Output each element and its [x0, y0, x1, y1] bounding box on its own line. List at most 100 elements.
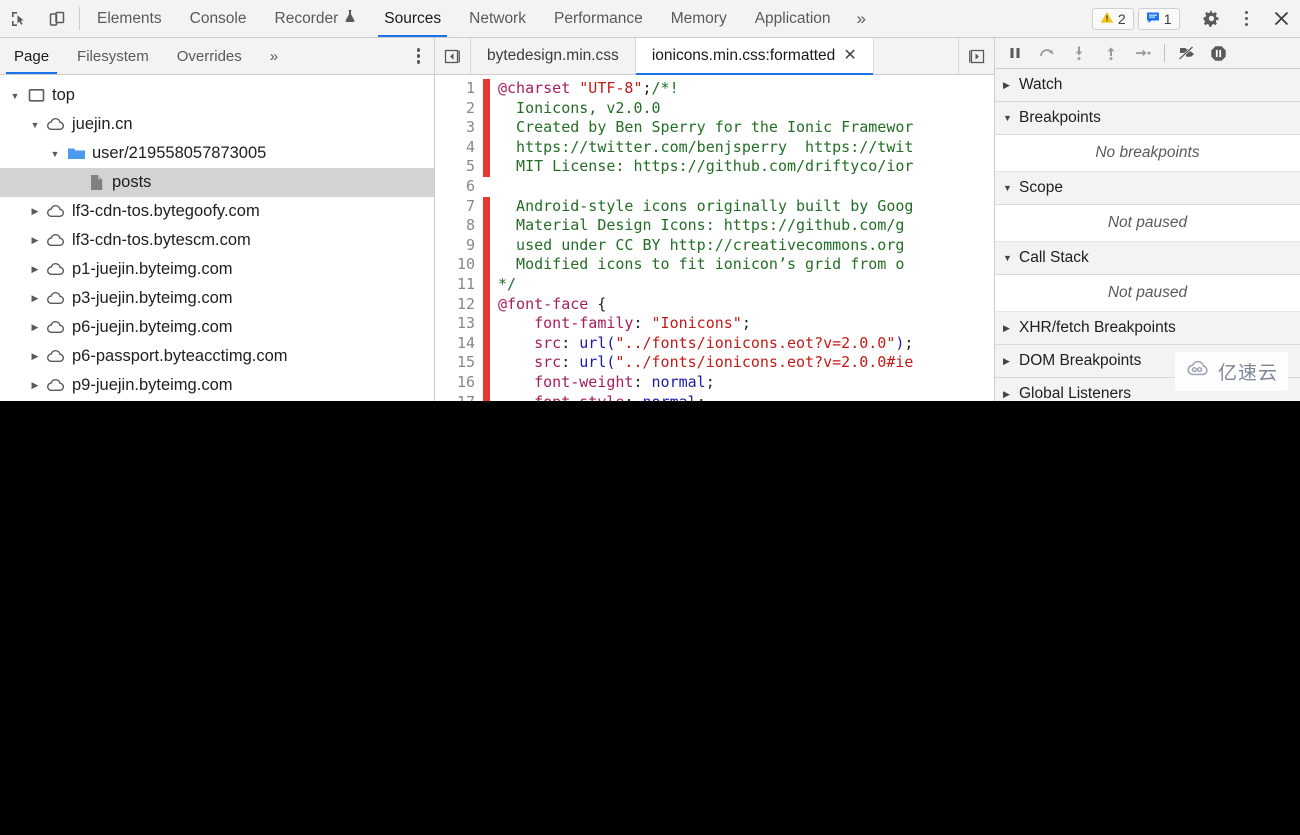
- debugger-section-scope[interactable]: ▼ Scope: [995, 172, 1300, 205]
- code-line[interactable]: font-weight: normal;: [498, 373, 994, 393]
- pause-on-exceptions-button[interactable]: [1202, 38, 1234, 68]
- gear-icon[interactable]: [1193, 0, 1231, 37]
- line-number[interactable]: 13: [435, 314, 483, 334]
- tab-recorder[interactable]: Recorder: [261, 0, 371, 37]
- code-line[interactable]: src: url("../fonts/ionicons.eot?v=2.0.0"…: [498, 334, 994, 354]
- chevron-right-icon[interactable]: ▶: [1003, 80, 1019, 91]
- tree-item-juejin-cn[interactable]: ▼ juejin.cn: [0, 110, 434, 139]
- file-tab-bytedesign[interactable]: bytedesign.min.css: [471, 38, 636, 74]
- chevron-right-icon[interactable]: ▶: [26, 380, 44, 391]
- chevron-down-icon[interactable]: ▼: [6, 91, 24, 101]
- line-number[interactable]: 6: [435, 177, 483, 197]
- tab-sources[interactable]: Sources: [370, 0, 455, 37]
- chevron-right-icon[interactable]: ▶: [1003, 356, 1019, 367]
- chevron-right-icon[interactable]: ▶: [26, 322, 44, 333]
- warning-badge[interactable]: 2: [1091, 7, 1134, 30]
- step-into-button[interactable]: [1063, 38, 1095, 68]
- code-line[interactable]: src: url("../fonts/ionicons.eot?v=2.0.0#…: [498, 353, 994, 373]
- tab-elements[interactable]: Elements: [83, 0, 176, 37]
- code-line[interactable]: Modified icons to fit ionicon’s grid fro…: [498, 255, 994, 275]
- chevron-right-icon[interactable]: ▶: [26, 293, 44, 304]
- message-badge[interactable]: 1: [1137, 7, 1180, 30]
- line-number[interactable]: 15: [435, 353, 483, 373]
- debugger-section-breakpoints[interactable]: ▼ Breakpoints: [995, 102, 1300, 135]
- code-line[interactable]: Ionicons, v2.0.0: [498, 99, 994, 119]
- chevron-right-icon[interactable]: ▶: [26, 264, 44, 275]
- chevron-right-icon[interactable]: ▶: [26, 206, 44, 217]
- line-number[interactable]: 9: [435, 236, 483, 256]
- tree-item-lf3-cdn-tos-bytegoofy-com[interactable]: ▶ lf3-cdn-tos.bytegoofy.com: [0, 197, 434, 226]
- line-number[interactable]: 8: [435, 216, 483, 236]
- line-number[interactable]: 4: [435, 138, 483, 158]
- code-line[interactable]: Material Design Icons: https://github.co…: [498, 216, 994, 236]
- tab-network[interactable]: Network: [455, 0, 540, 37]
- code-line[interactable]: [498, 177, 994, 197]
- nav-tab-overrides[interactable]: Overrides: [163, 38, 256, 74]
- line-number[interactable]: 12: [435, 295, 483, 315]
- navigator-menu-icon[interactable]: [403, 38, 435, 74]
- code-editor[interactable]: 1234567891011121314151617 @charset "UTF-…: [435, 75, 994, 401]
- deactivate-breakpoints-button[interactable]: [1170, 38, 1202, 68]
- close-tab-icon[interactable]: ✕: [843, 48, 856, 64]
- scroll-tabs-right-icon[interactable]: [958, 38, 994, 74]
- kebab-menu-icon[interactable]: [1231, 10, 1263, 27]
- nav-tab-page[interactable]: Page: [0, 38, 63, 74]
- chevron-right-icon[interactable]: ▶: [1003, 323, 1019, 334]
- line-number[interactable]: 14: [435, 334, 483, 354]
- tab-application[interactable]: Application: [741, 0, 845, 37]
- tree-item-p3-juejin-byteimg-com[interactable]: ▶ p3-juejin.byteimg.com: [0, 284, 434, 313]
- nav-more-tabs-icon[interactable]: »: [256, 38, 292, 74]
- tree-item-user-219558057873005[interactable]: ▼ user/219558057873005: [0, 139, 434, 168]
- code-line[interactable]: */: [498, 275, 994, 295]
- step-button[interactable]: [1127, 38, 1159, 68]
- code-line[interactable]: Created by Ben Sperry for the Ionic Fram…: [498, 118, 994, 138]
- line-number[interactable]: 7: [435, 197, 483, 217]
- line-number[interactable]: 3: [435, 118, 483, 138]
- debugger-section-watch[interactable]: ▶ Watch: [995, 69, 1300, 102]
- debugger-section-xhr-fetch-breakpoints[interactable]: ▶ XHR/fetch Breakpoints: [995, 312, 1300, 345]
- chevron-down-icon[interactable]: ▼: [1003, 183, 1019, 193]
- tab-memory[interactable]: Memory: [657, 0, 741, 37]
- close-icon[interactable]: [1262, 0, 1300, 37]
- line-number[interactable]: 16: [435, 373, 483, 393]
- chevron-down-icon[interactable]: ▼: [1003, 113, 1019, 123]
- debugger-section-call-stack[interactable]: ▼ Call Stack: [995, 242, 1300, 275]
- tree-item-p1-juejin-byteimg-com[interactable]: ▶ p1-juejin.byteimg.com: [0, 255, 434, 284]
- more-tabs-icon[interactable]: »: [845, 0, 878, 37]
- chevron-down-icon[interactable]: ▼: [1003, 253, 1019, 263]
- line-number[interactable]: 11: [435, 275, 483, 295]
- file-tab-ionicons[interactable]: ionicons.min.css:formatted ✕: [635, 38, 874, 75]
- code-content[interactable]: @charset "UTF-8";/*! Ionicons, v2.0.0 Cr…: [490, 75, 994, 401]
- code-line[interactable]: used under CC BY http://creativecommons.…: [498, 236, 994, 256]
- line-number[interactable]: 1: [435, 79, 483, 99]
- line-number[interactable]: 17: [435, 393, 483, 402]
- code-line[interactable]: font-style: normal;: [498, 393, 994, 402]
- device-toolbar-icon[interactable]: [38, 0, 76, 37]
- tree-item-p6-passport-byteacctimg-com[interactable]: ▶ p6-passport.byteacctimg.com: [0, 342, 434, 371]
- code-line[interactable]: font-family: "Ionicons";: [498, 314, 994, 334]
- line-number[interactable]: 10: [435, 255, 483, 275]
- tree-item-p9-juejin-byteimg-com[interactable]: ▶ p9-juejin.byteimg.com: [0, 371, 434, 400]
- chevron-right-icon[interactable]: ▶: [1003, 389, 1019, 400]
- tab-console[interactable]: Console: [176, 0, 261, 37]
- code-line[interactable]: https://twitter.com/benjsperry https://t…: [498, 138, 994, 158]
- resume-pause-button[interactable]: [999, 38, 1031, 68]
- tree-item-lf3-cdn-tos-bytescm-com[interactable]: ▶ lf3-cdn-tos.bytescm.com: [0, 226, 434, 255]
- chevron-right-icon[interactable]: ▶: [26, 235, 44, 246]
- chevron-down-icon[interactable]: ▼: [26, 120, 44, 130]
- scroll-tabs-left-icon[interactable]: [435, 38, 471, 74]
- step-over-button[interactable]: [1031, 38, 1063, 68]
- tree-item-top[interactable]: ▼ top: [0, 81, 434, 110]
- code-line[interactable]: @charset "UTF-8";/*!: [498, 79, 994, 99]
- tree-item-p6-juejin-byteimg-com[interactable]: ▶ p6-juejin.byteimg.com: [0, 313, 434, 342]
- line-number[interactable]: 5: [435, 157, 483, 177]
- tab-performance[interactable]: Performance: [540, 0, 657, 37]
- inspect-element-icon[interactable]: [0, 0, 38, 37]
- chevron-right-icon[interactable]: ▶: [26, 351, 44, 362]
- code-line[interactable]: @font-face {: [498, 295, 994, 315]
- step-out-button[interactable]: [1095, 38, 1127, 68]
- nav-tab-filesystem[interactable]: Filesystem: [63, 38, 163, 74]
- line-number[interactable]: 2: [435, 99, 483, 119]
- tree-item-posts[interactable]: posts: [0, 168, 434, 197]
- chevron-down-icon[interactable]: ▼: [46, 149, 64, 159]
